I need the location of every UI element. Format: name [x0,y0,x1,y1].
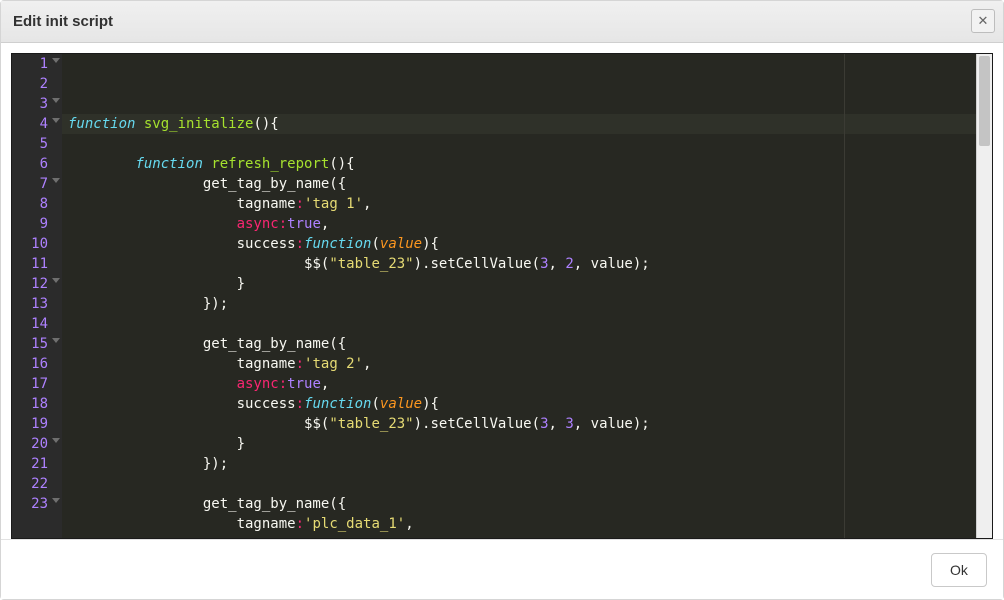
gutter-line: 22 [12,474,62,494]
line-number: 11 [31,254,58,274]
fold-marker-icon[interactable] [52,438,60,443]
code-line[interactable] [62,134,976,154]
line-number: 10 [31,234,58,254]
fold-marker-icon[interactable] [52,98,60,103]
line-number: 6 [40,154,58,174]
line-number: 9 [40,214,58,234]
line-number: 20 [31,434,58,454]
line-number: 17 [31,374,58,394]
fold-marker-icon[interactable] [52,338,60,343]
line-number: 14 [31,314,58,334]
gutter-line: 3 [12,94,62,114]
line-number: 22 [31,474,58,494]
gutter-line: 4 [12,114,62,134]
gutter-line: 2 [12,74,62,94]
gutter-line: 20 [12,434,62,454]
gutter-line: 9 [12,214,62,234]
code-line[interactable]: tagname:'plc_data_1', [62,514,976,534]
code-line[interactable]: get_tag_by_name({ [62,334,976,354]
dialog-title: Edit init script [13,13,113,30]
print-margin [844,54,845,538]
scrollbar-thumb[interactable] [979,56,990,146]
gutter-line: 23 [12,494,62,514]
gutter-line: 8 [12,194,62,214]
code-line[interactable]: get_tag_by_name({ [62,494,976,514]
line-number: 13 [31,294,58,314]
line-number: 21 [31,454,58,474]
editor-code-area[interactable]: function svg_initalize(){ function refre… [62,54,976,538]
editor-gutter: 1234567891011121314151617181920212223 [12,54,62,538]
gutter-line: 18 [12,394,62,414]
line-number: 23 [31,494,58,514]
code-line[interactable]: success:function(value){ [62,394,976,414]
gutter-line: 14 [12,314,62,334]
line-number: 19 [31,414,58,434]
line-number: 4 [40,114,58,134]
code-line[interactable]: function refresh_report(){ [62,154,976,174]
dialog-body: 1234567891011121314151617181920212223 fu… [1,43,1003,539]
line-number: 7 [40,174,58,194]
code-line[interactable]: success:function(value){ [62,234,976,254]
gutter-line: 21 [12,454,62,474]
dialog-titlebar[interactable]: Edit init script ✕ [1,1,1003,43]
fold-marker-icon[interactable] [52,278,60,283]
line-number: 16 [31,354,58,374]
vertical-scrollbar[interactable] [976,54,992,538]
line-number: 8 [40,194,58,214]
gutter-line: 13 [12,294,62,314]
fold-marker-icon[interactable] [52,178,60,183]
code-line[interactable]: async:true, [62,214,976,234]
code-line[interactable]: } [62,274,976,294]
gutter-line: 16 [12,354,62,374]
code-line[interactable]: }); [62,294,976,314]
gutter-line: 7 [12,174,62,194]
code-line[interactable] [62,474,976,494]
gutter-line: 19 [12,414,62,434]
fold-marker-icon[interactable] [52,58,60,63]
gutter-line: 11 [12,254,62,274]
code-line[interactable] [62,314,976,334]
gutter-line: 10 [12,234,62,254]
code-line[interactable]: } [62,434,976,454]
dialog-footer: Ok [1,539,1003,599]
line-number: 18 [31,394,58,414]
ok-button[interactable]: Ok [931,553,987,587]
code-line[interactable]: function svg_initalize(){ [62,114,976,134]
fold-marker-icon[interactable] [52,498,60,503]
gutter-line: 5 [12,134,62,154]
code-editor[interactable]: 1234567891011121314151617181920212223 fu… [11,53,993,539]
gutter-line: 17 [12,374,62,394]
line-number: 15 [31,334,58,354]
gutter-line: 6 [12,154,62,174]
gutter-line: 15 [12,334,62,354]
fold-marker-icon[interactable] [52,118,60,123]
code-line[interactable]: async:true, [62,374,976,394]
gutter-line: 12 [12,274,62,294]
close-button[interactable]: ✕ [971,9,995,33]
line-number: 12 [31,274,58,294]
close-icon: ✕ [978,13,989,29]
gutter-line: 1 [12,54,62,74]
code-line[interactable]: async:true, [62,534,976,538]
code-line[interactable]: get_tag_by_name({ [62,174,976,194]
code-line[interactable]: tagname:'tag 2', [62,354,976,374]
line-number: 5 [40,134,58,154]
line-number: 3 [40,94,58,114]
code-line[interactable]: $$("table_23").setCellValue(3, 3, value)… [62,414,976,434]
code-line[interactable]: tagname:'tag 1', [62,194,976,214]
line-number: 2 [40,74,58,94]
code-line[interactable]: $$("table_23").setCellValue(3, 2, value)… [62,254,976,274]
edit-script-dialog: Edit init script ✕ 123456789101112131415… [0,0,1004,600]
code-line[interactable]: }); [62,454,976,474]
line-number: 1 [40,54,58,74]
